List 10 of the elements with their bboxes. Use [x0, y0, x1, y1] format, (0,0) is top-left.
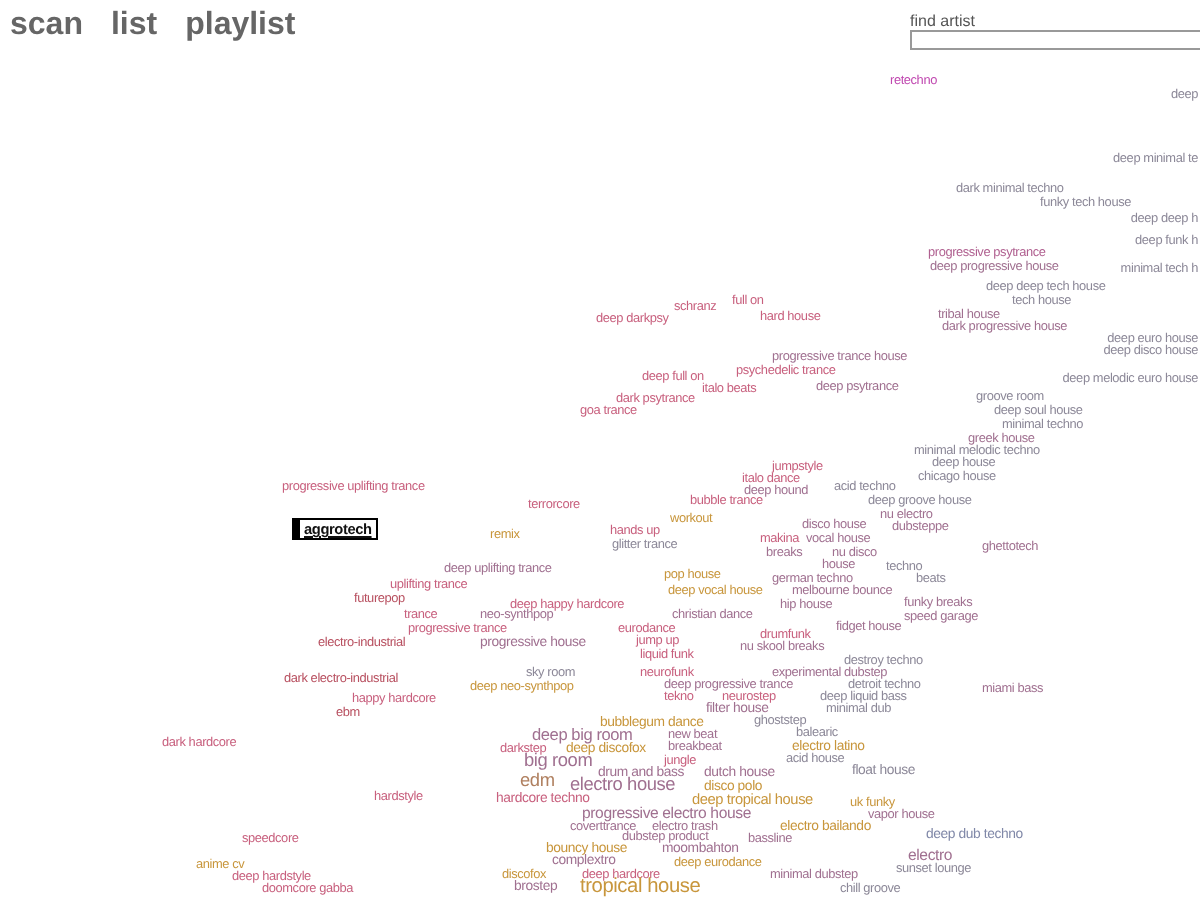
search-label: find artist [910, 12, 977, 30]
genre-label[interactable]: electro house [570, 776, 676, 795]
genre-label[interactable]: deep big room [532, 728, 633, 745]
nav-link[interactable]: list [110, 6, 158, 46]
nav-link[interactable]: playlist [185, 6, 296, 46]
genre-label[interactable]: edm [520, 772, 555, 791]
nav-link[interactable]: scan [10, 6, 83, 46]
search-field[interactable] [910, 30, 1200, 50]
genre-label[interactable]: tropical house [580, 878, 701, 899]
genre-label[interactable]: big room [524, 752, 593, 771]
